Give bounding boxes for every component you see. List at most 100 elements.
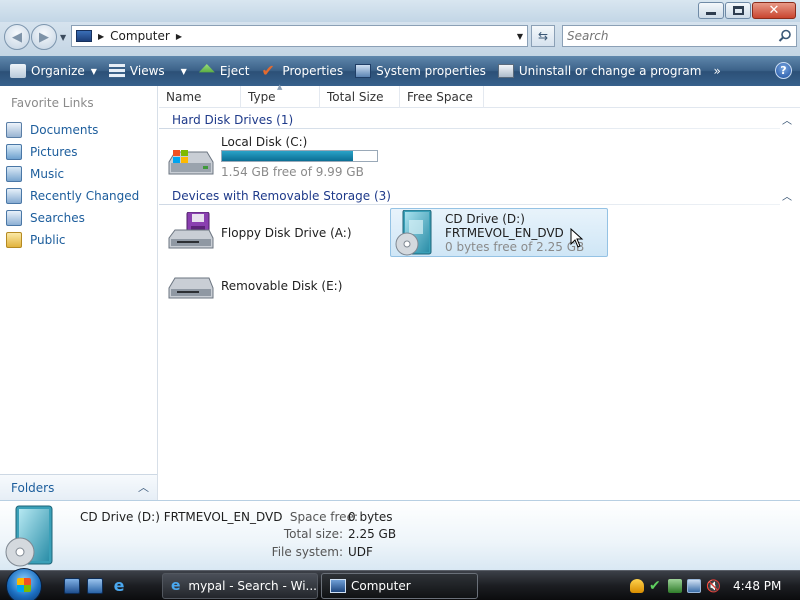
recent-pages-dropdown[interactable]: ▼	[60, 33, 66, 42]
internet-explorer-icon: e	[171, 578, 181, 594]
nav-item-label: Public	[30, 233, 66, 247]
taskbar: e e mypal - Search - Wi... Computer ✔ 🔇 …	[0, 568, 800, 600]
drive-label: Removable Disk (E:)	[221, 279, 343, 293]
column-header-name[interactable]: Name	[159, 86, 241, 108]
refresh-button[interactable]: ⇆	[531, 25, 555, 47]
drive-free-space: 1.54 GB free of 9.99 GB	[221, 165, 364, 179]
help-button[interactable]: ?	[775, 62, 792, 79]
nav-item-music[interactable]: Music	[6, 163, 139, 185]
group-title: Devices with Removable Storage (3)	[172, 189, 391, 203]
nav-item-label: Music	[30, 167, 65, 181]
computer-icon	[330, 579, 346, 593]
programs-icon	[497, 64, 514, 78]
floppy-drive-icon	[168, 212, 214, 249]
organize-button[interactable]: Organize ▼	[4, 58, 103, 84]
column-header-free-space[interactable]: Free Space	[400, 86, 484, 108]
nav-item-searches[interactable]: Searches	[6, 207, 139, 229]
searches-icon	[6, 210, 22, 226]
column-header-total-size[interactable]: Total Size	[320, 86, 400, 108]
group-header-removable-storage[interactable]: Devices with Removable Storage (3) ︿	[159, 187, 800, 205]
capacity-bar-fill	[222, 151, 354, 161]
drive-item-removable-disk[interactable]: Removable Disk (E:)	[167, 270, 367, 306]
nav-item-pictures[interactable]: Pictures	[6, 141, 139, 163]
properties-button[interactable]: ✔ Properties	[255, 58, 349, 84]
column-headers: Name ▲ Type Total Size Free Space	[159, 83, 800, 108]
column-free-space-label: Free Space	[407, 90, 473, 104]
organize-icon	[10, 64, 26, 78]
address-bar[interactable]: ▶ Computer ▶ ▼	[71, 25, 528, 47]
search-box[interactable]	[562, 25, 797, 47]
total-size-label: Total size:	[283, 527, 343, 541]
computer-icon	[76, 30, 92, 42]
nav-item-label: Documents	[30, 123, 99, 137]
drive-label: Floppy Disk Drive (A:)	[221, 226, 352, 240]
search-input[interactable]	[567, 29, 767, 43]
clock[interactable]: 4:48 PM	[733, 579, 781, 593]
uninstall-program-button[interactable]: Uninstall or change a program	[492, 58, 708, 84]
eject-button[interactable]: Eject	[193, 58, 256, 84]
eject-icon	[198, 64, 215, 73]
title-bar: ✕	[0, 0, 800, 22]
internet-explorer-icon[interactable]: e	[111, 578, 127, 594]
nav-item-public[interactable]: Public	[6, 229, 139, 251]
minimize-button[interactable]	[698, 2, 724, 19]
group-title: Hard Disk Drives (1)	[172, 113, 294, 127]
maximize-icon	[732, 6, 744, 15]
volume-muted-icon[interactable]: 🔇	[706, 579, 721, 593]
nav-item-label: Pictures	[30, 145, 78, 159]
start-button[interactable]	[6, 568, 42, 600]
group-header-hard-disk-drives[interactable]: Hard Disk Drives (1) ︿	[159, 111, 800, 129]
address-row: ◀ ▶ ▼ ▶ Computer ▶ ▼ ⇆	[0, 22, 800, 56]
file-system-label: File system:	[271, 545, 343, 559]
taskbar-item-label: Computer	[351, 579, 411, 593]
switch-windows-icon[interactable]	[87, 578, 103, 594]
show-desktop-icon[interactable]	[64, 578, 80, 594]
sort-arrow-icon: ▲	[277, 83, 283, 91]
breadcrumb-chevron-icon[interactable]: ▶	[176, 32, 182, 41]
close-button[interactable]: ✕	[752, 2, 796, 19]
pictures-icon	[6, 144, 22, 160]
security-shield-icon[interactable]	[630, 579, 644, 593]
system-properties-label: System properties	[376, 64, 486, 78]
more-commands-button[interactable]: »	[713, 64, 720, 78]
space-free-label: Space free:	[289, 510, 358, 524]
nav-item-documents[interactable]: Documents	[6, 119, 139, 141]
breadcrumb-computer[interactable]: Computer	[110, 29, 170, 43]
system-tray: ✔ 🔇 4:48 PM	[630, 571, 800, 600]
documents-icon	[6, 122, 22, 138]
capacity-bar	[221, 150, 378, 162]
column-type-label: Type	[248, 90, 276, 104]
network-status-icon[interactable]	[668, 579, 682, 593]
back-arrow-icon: ◀	[12, 29, 22, 45]
network-icon[interactable]	[687, 579, 701, 593]
folders-toggle[interactable]: Folders ︿	[0, 474, 157, 500]
drive-label: Local Disk (C:)	[221, 135, 308, 149]
taskbar-item-browser[interactable]: e mypal - Search - Wi...	[162, 573, 318, 599]
views-button[interactable]: Views ▼	[103, 58, 193, 84]
maximize-button[interactable]	[725, 2, 751, 19]
drive-free-space: 0 bytes free of 2.25 GB	[445, 240, 585, 254]
recently-changed-icon	[6, 188, 22, 204]
checkmark-icon[interactable]: ✔	[649, 579, 663, 593]
search-icon[interactable]	[778, 29, 792, 43]
system-properties-button[interactable]: System properties	[349, 58, 492, 84]
taskbar-item-computer[interactable]: Computer	[321, 573, 478, 599]
address-dropdown-icon[interactable]: ▼	[517, 32, 523, 41]
back-button[interactable]: ◀	[4, 24, 30, 50]
nav-item-recently-changed[interactable]: Recently Changed	[6, 185, 139, 207]
organize-label: Organize	[31, 64, 85, 78]
total-size-value: 2.25 GB	[348, 527, 397, 541]
refresh-icon: ⇆	[537, 29, 549, 43]
column-header-type[interactable]: ▲ Type	[241, 83, 320, 108]
close-icon: ✕	[768, 3, 780, 18]
favorite-links-list: Documents Pictures Music Recently Change…	[6, 119, 139, 251]
forward-button[interactable]: ▶	[31, 24, 57, 50]
chevron-up-icon[interactable]: ︿	[782, 112, 792, 127]
breadcrumb-chevron-icon[interactable]: ▶	[98, 32, 104, 41]
views-icon	[108, 64, 125, 78]
drive-item-local-disk[interactable]: Local Disk (C:) 1.54 GB free of 9.99 GB	[167, 132, 387, 180]
drive-item-floppy[interactable]: Floppy Disk Drive (A:)	[167, 210, 367, 254]
chevron-up-icon[interactable]: ︿	[782, 188, 792, 203]
file-list: Name ▲ Type Total Size Free Space Hard D…	[159, 83, 800, 500]
music-icon	[6, 166, 22, 182]
